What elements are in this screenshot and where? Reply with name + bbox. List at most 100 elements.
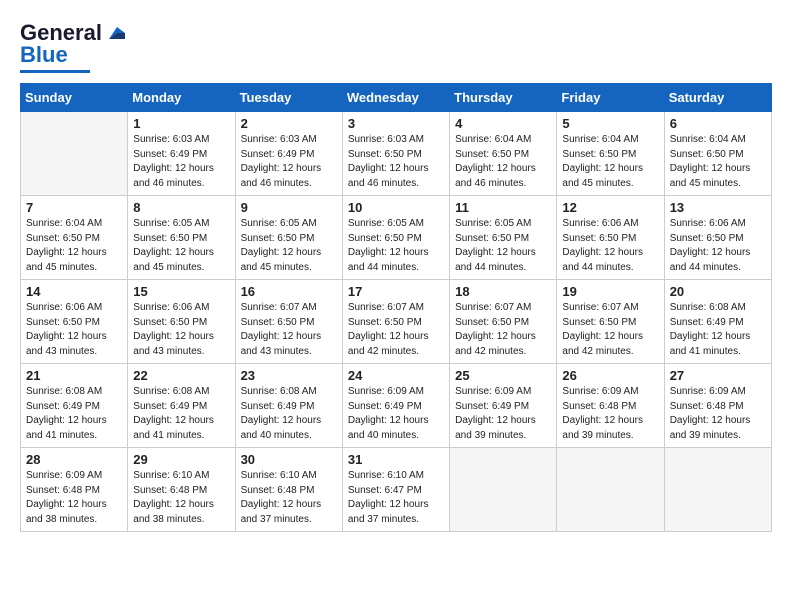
day-cell: 26 Sunrise: 6:09 AMSunset: 6:48 PMDayligh… bbox=[557, 364, 664, 448]
day-number: 5 bbox=[562, 116, 658, 131]
week-row-4: 21 Sunrise: 6:08 AMSunset: 6:49 PMDayligh… bbox=[21, 364, 772, 448]
day-info: Sunrise: 6:06 AMSunset: 6:50 PMDaylight:… bbox=[133, 301, 229, 359]
day-info: Sunrise: 6:05 AMSunset: 6:50 PMDaylight:… bbox=[455, 217, 551, 275]
day-cell bbox=[21, 112, 128, 196]
logo-blue: Blue bbox=[20, 42, 68, 68]
day-number: 26 bbox=[562, 368, 658, 383]
day-cell: 15 Sunrise: 6:06 AMSunset: 6:50 PMDayligh… bbox=[128, 280, 235, 364]
day-cell: 5 Sunrise: 6:04 AMSunset: 6:50 PMDaylight… bbox=[557, 112, 664, 196]
day-number: 4 bbox=[455, 116, 551, 131]
page-header: General Blue bbox=[20, 20, 772, 73]
day-info: Sunrise: 6:04 AMSunset: 6:50 PMDaylight:… bbox=[670, 133, 766, 191]
col-header-saturday: Saturday bbox=[664, 84, 771, 112]
day-info: Sunrise: 6:03 AMSunset: 6:50 PMDaylight:… bbox=[348, 133, 444, 191]
day-cell bbox=[557, 448, 664, 532]
day-info: Sunrise: 6:10 AMSunset: 6:48 PMDaylight:… bbox=[241, 469, 337, 527]
day-info: Sunrise: 6:03 AMSunset: 6:49 PMDaylight:… bbox=[241, 133, 337, 191]
day-cell: 9Sunrise: 6:05 AMSunset: 6:50 PMDaylight… bbox=[235, 196, 342, 280]
week-row-1: 1 Sunrise: 6:03 AMSunset: 6:49 PMDaylight… bbox=[21, 112, 772, 196]
day-number: 11 bbox=[455, 200, 551, 215]
day-number: 16 bbox=[241, 284, 337, 299]
day-cell: 7 Sunrise: 6:04 AMSunset: 6:50 PMDaylight… bbox=[21, 196, 128, 280]
day-cell: 29 Sunrise: 6:10 AMSunset: 6:48 PMDayligh… bbox=[128, 448, 235, 532]
day-cell: 16 Sunrise: 6:07 AMSunset: 6:50 PMDayligh… bbox=[235, 280, 342, 364]
day-cell: 13 Sunrise: 6:06 AMSunset: 6:50 PMDayligh… bbox=[664, 196, 771, 280]
day-cell: 1 Sunrise: 6:03 AMSunset: 6:49 PMDaylight… bbox=[128, 112, 235, 196]
header-row: SundayMondayTuesdayWednesdayThursdayFrid… bbox=[21, 84, 772, 112]
day-number: 30 bbox=[241, 452, 337, 467]
day-number: 24 bbox=[348, 368, 444, 383]
col-header-sunday: Sunday bbox=[21, 84, 128, 112]
day-info: Sunrise: 6:10 AMSunset: 6:47 PMDaylight:… bbox=[348, 469, 444, 527]
day-info: Sunrise: 6:09 AMSunset: 6:48 PMDaylight:… bbox=[562, 385, 658, 443]
day-number: 3 bbox=[348, 116, 444, 131]
day-info: Sunrise: 6:04 AMSunset: 6:50 PMDaylight:… bbox=[26, 217, 122, 275]
day-cell: 27 Sunrise: 6:09 AMSunset: 6:48 PMDayligh… bbox=[664, 364, 771, 448]
day-info: Sunrise: 6:05 AMSunset: 6:50 PMDaylight:… bbox=[133, 217, 229, 275]
day-info: Sunrise: 6:06 AMSunset: 6:50 PMDaylight:… bbox=[562, 217, 658, 275]
day-number: 13 bbox=[670, 200, 766, 215]
day-number: 1 bbox=[133, 116, 229, 131]
day-cell: 14 Sunrise: 6:06 AMSunset: 6:50 PMDayligh… bbox=[21, 280, 128, 364]
day-number: 20 bbox=[670, 284, 766, 299]
day-cell: 24Sunrise: 6:09 AMSunset: 6:49 PMDayligh… bbox=[342, 364, 449, 448]
day-number: 10 bbox=[348, 200, 444, 215]
day-info: Sunrise: 6:05 AMSunset: 6:50 PMDaylight:… bbox=[241, 217, 337, 275]
day-number: 22 bbox=[133, 368, 229, 383]
day-info: Sunrise: 6:09 AMSunset: 6:49 PMDaylight:… bbox=[455, 385, 551, 443]
day-cell: 23 Sunrise: 6:08 AMSunset: 6:49 PMDayligh… bbox=[235, 364, 342, 448]
day-info: Sunrise: 6:08 AMSunset: 6:49 PMDaylight:… bbox=[241, 385, 337, 443]
day-number: 19 bbox=[562, 284, 658, 299]
day-cell: 4 Sunrise: 6:04 AMSunset: 6:50 PMDaylight… bbox=[450, 112, 557, 196]
day-cell bbox=[664, 448, 771, 532]
day-info: Sunrise: 6:08 AMSunset: 6:49 PMDaylight:… bbox=[26, 385, 122, 443]
col-header-thursday: Thursday bbox=[450, 84, 557, 112]
day-number: 15 bbox=[133, 284, 229, 299]
day-cell: 30 Sunrise: 6:10 AMSunset: 6:48 PMDayligh… bbox=[235, 448, 342, 532]
day-info: Sunrise: 6:09 AMSunset: 6:48 PMDaylight:… bbox=[26, 469, 122, 527]
day-info: Sunrise: 6:07 AMSunset: 6:50 PMDaylight:… bbox=[455, 301, 551, 359]
col-header-wednesday: Wednesday bbox=[342, 84, 449, 112]
day-cell: 25 Sunrise: 6:09 AMSunset: 6:49 PMDayligh… bbox=[450, 364, 557, 448]
week-row-2: 7 Sunrise: 6:04 AMSunset: 6:50 PMDaylight… bbox=[21, 196, 772, 280]
day-cell: 11 Sunrise: 6:05 AMSunset: 6:50 PMDayligh… bbox=[450, 196, 557, 280]
day-number: 31 bbox=[348, 452, 444, 467]
day-number: 21 bbox=[26, 368, 122, 383]
day-cell: 20 Sunrise: 6:08 AMSunset: 6:49 PMDayligh… bbox=[664, 280, 771, 364]
col-header-monday: Monday bbox=[128, 84, 235, 112]
day-info: Sunrise: 6:04 AMSunset: 6:50 PMDaylight:… bbox=[562, 133, 658, 191]
day-cell: 21 Sunrise: 6:08 AMSunset: 6:49 PMDayligh… bbox=[21, 364, 128, 448]
day-info: Sunrise: 6:07 AMSunset: 6:50 PMDaylight:… bbox=[241, 301, 337, 359]
day-info: Sunrise: 6:06 AMSunset: 6:50 PMDaylight:… bbox=[670, 217, 766, 275]
day-number: 17 bbox=[348, 284, 444, 299]
day-cell bbox=[450, 448, 557, 532]
calendar-table: SundayMondayTuesdayWednesdayThursdayFrid… bbox=[20, 83, 772, 532]
day-cell: 18 Sunrise: 6:07 AMSunset: 6:50 PMDayligh… bbox=[450, 280, 557, 364]
day-cell: 17 Sunrise: 6:07 AMSunset: 6:50 PMDayligh… bbox=[342, 280, 449, 364]
day-info: Sunrise: 6:08 AMSunset: 6:49 PMDaylight:… bbox=[670, 301, 766, 359]
logo: General Blue bbox=[20, 20, 125, 73]
day-info: Sunrise: 6:06 AMSunset: 6:50 PMDaylight:… bbox=[26, 301, 122, 359]
day-number: 29 bbox=[133, 452, 229, 467]
day-number: 23 bbox=[241, 368, 337, 383]
day-cell: 2Sunrise: 6:03 AMSunset: 6:49 PMDaylight… bbox=[235, 112, 342, 196]
day-cell: 28Sunrise: 6:09 AMSunset: 6:48 PMDayligh… bbox=[21, 448, 128, 532]
day-cell: 3 Sunrise: 6:03 AMSunset: 6:50 PMDaylight… bbox=[342, 112, 449, 196]
day-number: 7 bbox=[26, 200, 122, 215]
day-number: 27 bbox=[670, 368, 766, 383]
day-number: 6 bbox=[670, 116, 766, 131]
day-info: Sunrise: 6:03 AMSunset: 6:49 PMDaylight:… bbox=[133, 133, 229, 191]
day-cell: 6 Sunrise: 6:04 AMSunset: 6:50 PMDaylight… bbox=[664, 112, 771, 196]
day-info: Sunrise: 6:10 AMSunset: 6:48 PMDaylight:… bbox=[133, 469, 229, 527]
day-number: 18 bbox=[455, 284, 551, 299]
logo-bird-icon bbox=[103, 25, 125, 41]
day-number: 14 bbox=[26, 284, 122, 299]
day-number: 25 bbox=[455, 368, 551, 383]
day-cell: 31 Sunrise: 6:10 AMSunset: 6:47 PMDayligh… bbox=[342, 448, 449, 532]
week-row-3: 14 Sunrise: 6:06 AMSunset: 6:50 PMDayligh… bbox=[21, 280, 772, 364]
day-info: Sunrise: 6:05 AMSunset: 6:50 PMDaylight:… bbox=[348, 217, 444, 275]
day-info: Sunrise: 6:04 AMSunset: 6:50 PMDaylight:… bbox=[455, 133, 551, 191]
day-number: 8 bbox=[133, 200, 229, 215]
day-info: Sunrise: 6:07 AMSunset: 6:50 PMDaylight:… bbox=[348, 301, 444, 359]
day-info: Sunrise: 6:09 AMSunset: 6:48 PMDaylight:… bbox=[670, 385, 766, 443]
